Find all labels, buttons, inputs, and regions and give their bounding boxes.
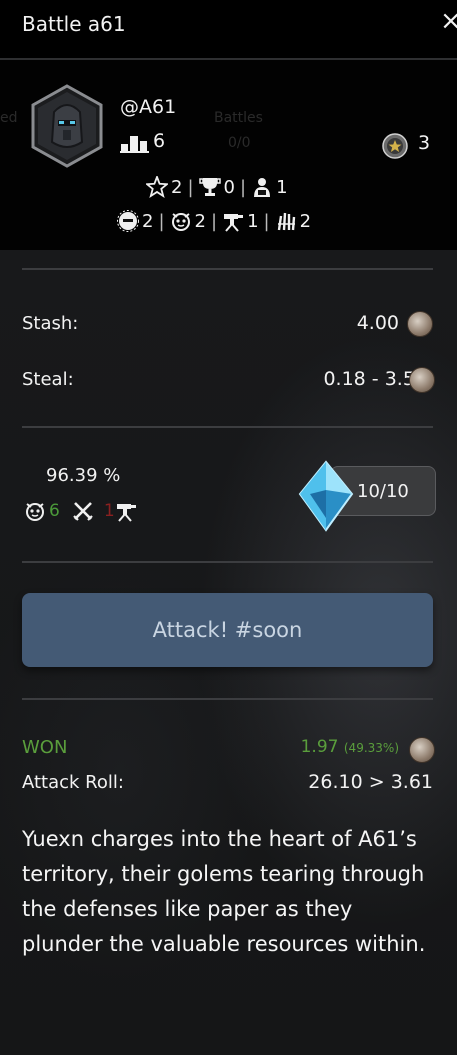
separator: |: [263, 210, 270, 232]
stat-value: 1: [247, 210, 259, 232]
stat-value: 2: [194, 210, 206, 232]
window-title: Battle a61: [22, 12, 126, 36]
chalice-icon: [198, 178, 221, 196]
coin-icon: [409, 737, 435, 763]
turret-icon: [224, 214, 244, 232]
turret-count: 1: [103, 501, 115, 521]
close-icon[interactable]: ×: [440, 6, 457, 36]
background-text-left: ed: [0, 110, 18, 126]
result-amount-value: 1.97: [300, 737, 339, 757]
attack-button[interactable]: Attack! #soon: [22, 593, 433, 667]
result-amount-percent: (49.33%): [343, 741, 399, 755]
divider: [22, 698, 433, 700]
stat-value: 1: [276, 176, 288, 198]
helmet-icon: [117, 210, 139, 232]
stash-label: Stash:: [22, 313, 79, 334]
divider: [22, 561, 433, 563]
avatar[interactable]: [30, 84, 104, 168]
battle-story-text: Yuexn charges into the heart of A61’s te…: [22, 827, 426, 956]
coin-icon: [409, 367, 435, 393]
battle-result-status: WON: [22, 737, 68, 758]
energy-value: 10/10: [357, 481, 409, 502]
divider: [22, 268, 433, 270]
stat-value: 2: [142, 210, 154, 232]
separator: |: [210, 210, 218, 232]
stat-value: 0: [223, 176, 235, 198]
background-text-battles: Battles: [214, 110, 263, 126]
stash-value: 4.00: [356, 312, 399, 334]
background-text-battles-count: 0/0: [228, 135, 251, 151]
stats-row-2: 2 | 2 | 1 | 2: [117, 210, 311, 232]
steal-label: Steal:: [22, 369, 74, 390]
profile-rank: 6: [153, 130, 166, 152]
separator: |: [158, 210, 165, 232]
medal-icon: [382, 133, 408, 159]
crossed-swords-icon: [73, 502, 93, 521]
golem-icon: [171, 213, 190, 231]
turret-icon: [116, 504, 136, 522]
attack-roll-label: Attack Roll:: [22, 772, 124, 793]
energy-crystal-icon: [298, 460, 354, 532]
stats-row-1: 2 | 0 | 1: [146, 176, 288, 198]
stat-value: 2: [171, 176, 183, 198]
profile-username: @A61: [120, 96, 177, 118]
divider: [22, 426, 433, 428]
coin-icon: [407, 311, 433, 337]
golem-icon: [26, 503, 44, 521]
claw-icon: [277, 212, 295, 231]
star-trophy-icon: [146, 176, 168, 198]
leaderboard-icon: [120, 136, 149, 153]
separator: |: [239, 176, 247, 198]
golem-count: 6: [49, 501, 60, 521]
battle-result-amount: 1.97 (49.33%): [301, 737, 399, 757]
separator: |: [187, 176, 194, 198]
profile-badge-count: 3: [418, 132, 431, 154]
army-summary: 6 1: [24, 500, 140, 522]
win-chance-percent: 96.39 %: [46, 465, 121, 486]
stat-value: 2: [299, 210, 312, 232]
worker-icon: [254, 178, 271, 197]
header-bar: Battle a61 ×: [0, 0, 457, 58]
attack-roll-value: 26.10 > 3.61: [308, 771, 433, 793]
